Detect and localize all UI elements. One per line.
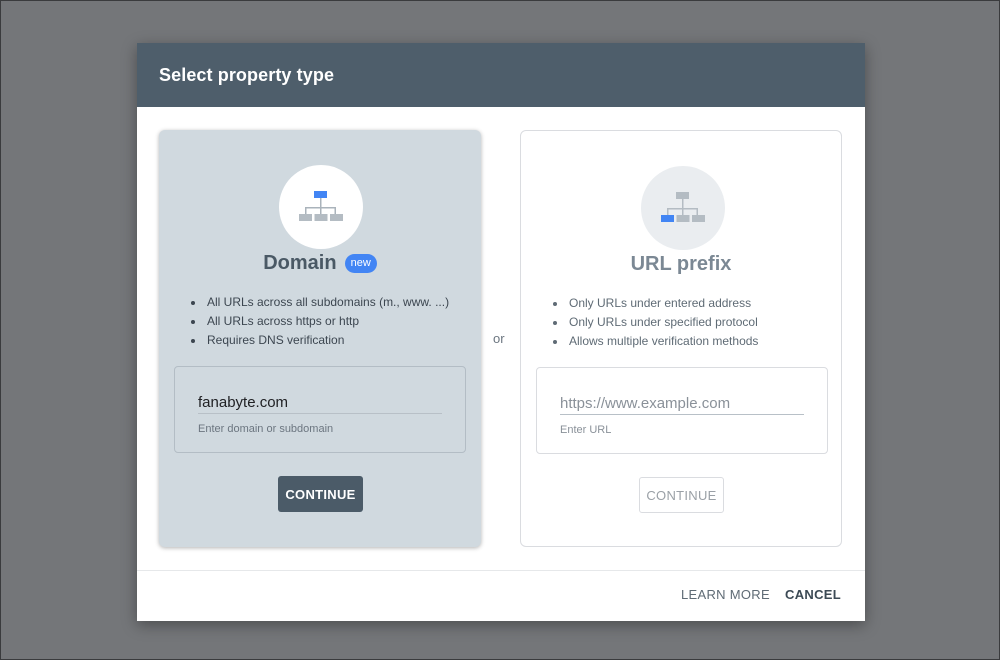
url-input-helper: Enter URL bbox=[560, 424, 612, 436]
url-input-box: Enter URL bbox=[536, 367, 828, 454]
domain-card[interactable]: Domain new All URLs across all subdomain… bbox=[159, 130, 481, 547]
domain-title-row: Domain new bbox=[159, 252, 481, 275]
or-divider: or bbox=[493, 331, 505, 346]
list-item: All URLs across https or http bbox=[205, 312, 449, 331]
domain-feature-list: All URLs across all subdomains (m., www.… bbox=[187, 293, 449, 350]
domain-title: Domain bbox=[263, 252, 337, 274]
dialog-footer: LEARN MORE CANCEL bbox=[137, 570, 865, 621]
sitemap-icon bbox=[661, 192, 705, 222]
select-property-dialog: Select property type Domain new All URLs… bbox=[137, 43, 865, 621]
list-item: Requires DNS verification bbox=[205, 331, 449, 350]
domain-input[interactable] bbox=[198, 391, 442, 414]
learn-more-button[interactable]: LEARN MORE bbox=[681, 587, 770, 602]
url-prefix-card[interactable]: URL prefix Only URLs under entered addre… bbox=[520, 130, 842, 547]
url-continue-button[interactable]: CONTINUE bbox=[639, 477, 724, 513]
list-item: Only URLs under entered address bbox=[567, 294, 758, 313]
domain-input-helper: Enter domain or subdomain bbox=[198, 423, 334, 435]
url-prefix-title-row: URL prefix bbox=[521, 253, 841, 276]
url-prefix-feature-list: Only URLs under entered address Only URL… bbox=[549, 294, 758, 351]
new-badge: new bbox=[344, 254, 377, 273]
cancel-button[interactable]: CANCEL bbox=[785, 587, 841, 602]
domain-continue-button[interactable]: CONTINUE bbox=[278, 476, 363, 512]
url-prefix-icon-circle bbox=[641, 166, 725, 250]
dialog-title: Select property type bbox=[159, 64, 335, 85]
domain-input-box: Enter domain or subdomain bbox=[174, 366, 466, 453]
domain-icon-circle bbox=[279, 165, 363, 249]
sitemap-icon bbox=[299, 191, 343, 221]
list-item: Only URLs under specified protocol bbox=[567, 313, 758, 332]
list-item: Allows multiple verification methods bbox=[567, 332, 758, 351]
list-item: All URLs across all subdomains (m., www.… bbox=[205, 293, 449, 312]
dialog-header: Select property type bbox=[137, 43, 865, 107]
url-input[interactable] bbox=[560, 392, 804, 415]
url-prefix-title: URL prefix bbox=[630, 253, 732, 275]
